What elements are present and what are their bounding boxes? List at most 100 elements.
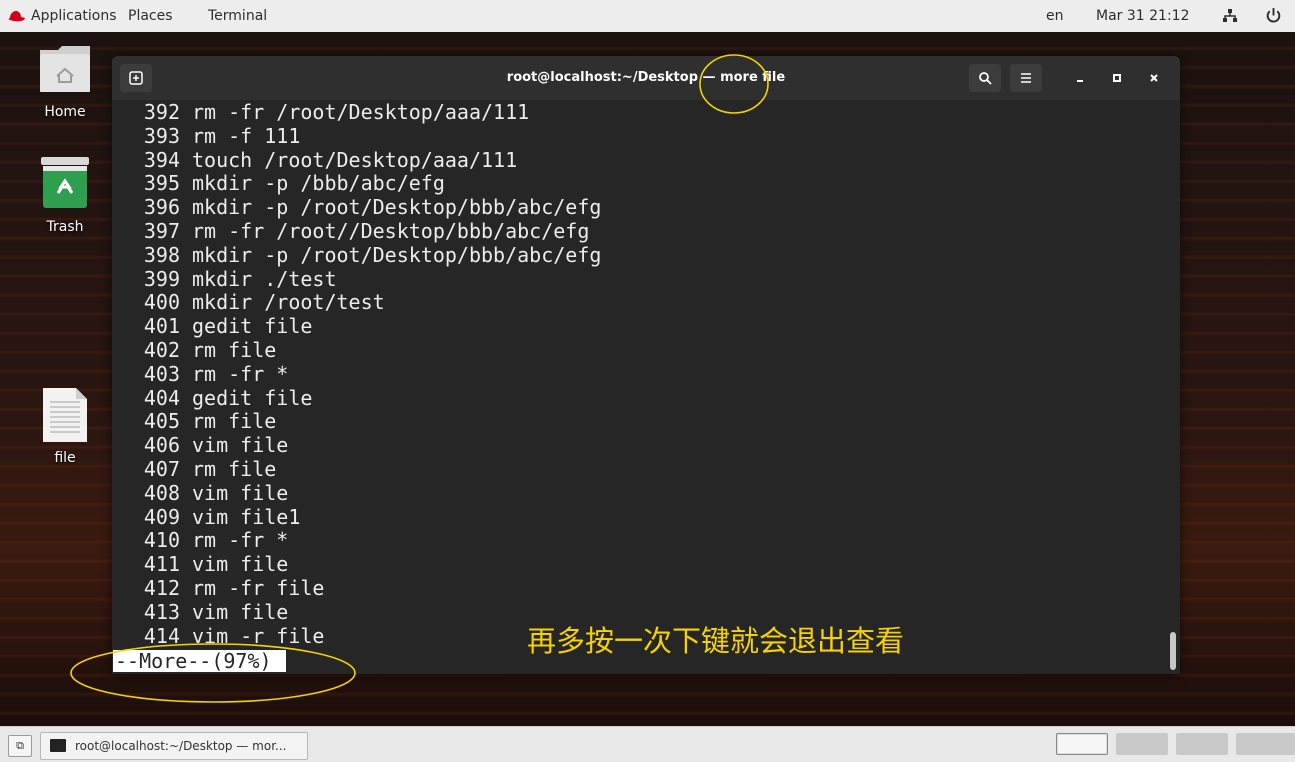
top-panel: Applications Places Terminal en Mar 31 2… xyxy=(0,0,1295,33)
network-icon[interactable] xyxy=(1222,8,1238,24)
more-pager-prompt: --More--(97%) xyxy=(113,650,286,672)
minimize-icon xyxy=(1077,79,1083,82)
history-line: 396 mkdir -p /root/Desktop/bbb/abc/efg xyxy=(140,195,602,220)
history-number: 413 xyxy=(143,599,180,624)
history-line: 406 vim file xyxy=(140,433,601,458)
terminal-window[interactable]: root@localhost:~/Desktop — more file 392… xyxy=(112,56,1180,674)
history-command: vim file1 xyxy=(192,504,301,529)
history-command: rm -fr * xyxy=(192,361,289,386)
annotation-text: 再多按一次下键就会退出查看 xyxy=(527,624,905,658)
workspace-1[interactable] xyxy=(1056,733,1108,755)
show-desktop-button[interactable]: ⧉ xyxy=(8,735,32,757)
hamburger-menu-icon xyxy=(1021,73,1031,83)
history-command: rm file xyxy=(192,409,277,434)
history-line: 407 rm file xyxy=(140,456,601,482)
history-command: touch /root/Desktop/aaa/111 xyxy=(192,147,518,172)
history-line: 398 mkdir -p /root/Desktop/bbb/abc/efg xyxy=(140,242,602,268)
clock[interactable]: Mar 31 21:12 xyxy=(1096,0,1189,32)
history-number: 414 xyxy=(143,623,180,648)
history-number: 400 xyxy=(143,290,180,315)
close-button[interactable] xyxy=(1140,64,1168,92)
history-line: 393 rm -f 111 xyxy=(140,124,601,149)
close-icon xyxy=(1150,73,1158,82)
history-number: 392 xyxy=(143,100,180,124)
history-number: 395 xyxy=(143,171,180,196)
scrollbar[interactable] xyxy=(1168,100,1180,674)
history-line: 397 rm -fr /root//Desktop/bbb/abc/efg xyxy=(140,218,601,244)
history-command: mkdir ./test xyxy=(192,266,337,291)
desktop-icon-trash[interactable]: Trash xyxy=(20,157,110,235)
minimize-button[interactable] xyxy=(1066,64,1094,92)
history-command: vim file xyxy=(192,433,289,458)
search-icon xyxy=(979,72,992,85)
history-line: 409 vim file1 xyxy=(140,504,601,530)
trash-icon xyxy=(41,157,89,208)
search-button[interactable] xyxy=(969,64,1001,92)
desktop-icon-home[interactable]: Home xyxy=(20,42,110,120)
history-line: 401 gedit file xyxy=(140,314,601,339)
history-number: 397 xyxy=(143,218,180,243)
history-command: rm -fr file xyxy=(192,575,325,600)
history-line: 399 mkdir ./test xyxy=(140,266,601,292)
history-number: 409 xyxy=(143,504,180,529)
history-line: 411 vim file xyxy=(140,552,601,577)
history-line: 412 rm -fr file xyxy=(140,575,601,601)
history-command: rm -fr * xyxy=(192,528,289,553)
desktop-icon-file[interactable]: file xyxy=(20,388,110,466)
history-command: rm -fr /root//Desktop/bbb/abc/efg xyxy=(192,218,590,243)
history-command: vim file xyxy=(192,552,289,577)
maximize-icon xyxy=(1113,73,1121,82)
history-number: 402 xyxy=(143,337,180,362)
history-number: 394 xyxy=(143,147,180,172)
history-command: mkdir -p /root/Desktop/bbb/abc/efg xyxy=(192,195,602,220)
history-number: 407 xyxy=(143,456,180,481)
history-command: mkdir -p /bbb/abc/efg xyxy=(192,171,445,196)
bottom-panel: ⧉ root@localhost:~/Desktop — mor... xyxy=(0,726,1295,762)
places-menu[interactable]: Places xyxy=(128,0,173,32)
history-number: 406 xyxy=(143,433,180,458)
maximize-button[interactable] xyxy=(1103,64,1131,92)
history-line: 394 touch /root/Desktop/aaa/111 xyxy=(140,147,601,173)
workspace-3[interactable] xyxy=(1176,733,1228,755)
history-number: 396 xyxy=(143,195,180,220)
history-line: 395 mkdir -p /bbb/abc/efg xyxy=(140,171,601,196)
power-icon[interactable] xyxy=(1265,7,1282,24)
terminal-icon xyxy=(50,739,66,752)
applications-menu[interactable]: Applications xyxy=(31,0,117,32)
history-command: rm -fr /root/Desktop/aaa/111 xyxy=(192,100,530,124)
scrollbar-thumb[interactable] xyxy=(1170,632,1176,670)
history-command: vim file xyxy=(192,599,289,624)
history-line: 402 rm file xyxy=(140,337,601,363)
history-command: gedit file xyxy=(192,314,313,339)
terminal-titlebar[interactable]: root@localhost:~/Desktop — more file xyxy=(112,56,1180,101)
history-line: 405 rm file xyxy=(140,409,601,434)
history-command: mkdir -p /root/Desktop/bbb/abc/efg xyxy=(192,242,602,267)
taskbar-window-terminal[interactable]: root@localhost:~/Desktop — mor... xyxy=(40,732,308,760)
history-number: 404 xyxy=(143,385,180,410)
home-folder-icon xyxy=(40,46,90,92)
history-number: 401 xyxy=(143,314,180,339)
desktop-icon-label: file xyxy=(54,450,76,466)
workspace-4[interactable] xyxy=(1236,733,1295,755)
history-line: 410 rm -fr * xyxy=(140,528,601,553)
history-number: 410 xyxy=(143,528,180,553)
terminal-menu[interactable]: Terminal xyxy=(208,0,267,32)
menu-button[interactable] xyxy=(1010,64,1042,92)
terminal-output[interactable]: 392 rm -fr /root/Desktop/aaa/111 393 rm -f … xyxy=(112,100,1180,674)
show-desktop-icon: ⧉ xyxy=(16,739,24,752)
language-indicator[interactable]: en xyxy=(1046,0,1064,32)
history-number: 405 xyxy=(143,409,180,434)
desktop-icon-label: Home xyxy=(44,104,86,120)
history-command: rm file xyxy=(192,456,277,481)
history-line: 400 mkdir /root/test xyxy=(140,290,601,315)
history-number: 412 xyxy=(143,575,180,600)
history-line: 403 rm -fr * xyxy=(140,361,601,387)
history-number: 411 xyxy=(143,552,180,577)
history-number: 399 xyxy=(143,266,180,291)
history-command: vim -r file xyxy=(192,623,325,648)
redhat-logo-icon xyxy=(8,11,25,22)
taskbar-window-label: root@localhost:~/Desktop — mor... xyxy=(75,739,287,753)
history-number: 403 xyxy=(143,361,180,386)
workspace-2[interactable] xyxy=(1116,733,1168,755)
history-command: mkdir /root/test xyxy=(192,290,385,315)
